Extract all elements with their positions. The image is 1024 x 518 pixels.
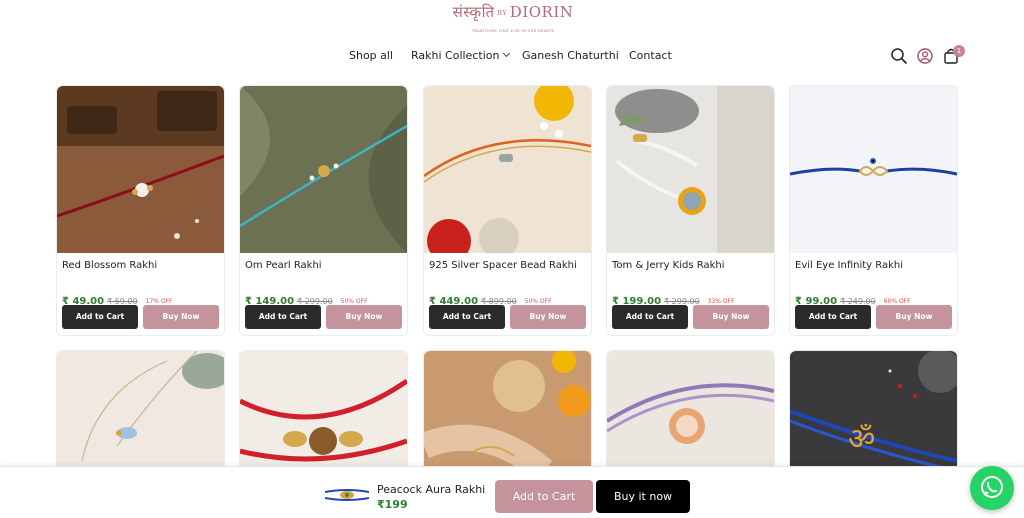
whatsapp-chat-button[interactable] xyxy=(970,466,1014,510)
buy-now-button[interactable]: Buy Now xyxy=(143,305,219,329)
discount-badge: 60% OFF xyxy=(883,298,911,305)
product-image[interactable] xyxy=(424,86,591,253)
sticky-buy-it-now-button[interactable]: Buy it now xyxy=(596,480,690,513)
nav-rakhi-collection[interactable]: Rakhi Collection xyxy=(411,49,511,62)
brand-logo[interactable]: संस्कृति BY DIORIN TRADITIONS THAT LIVE IN… xyxy=(440,2,586,38)
whatsapp-icon xyxy=(981,476,1003,498)
add-to-cart-button[interactable]: Add to Cart xyxy=(429,305,505,329)
logo-by: BY xyxy=(497,9,507,17)
product-card[interactable]: Red Blossom Rakhi ₹ 49.00 ₹ 59.00 17% OFF … xyxy=(56,85,225,336)
chevron-down-icon xyxy=(503,49,511,58)
product-title[interactable]: Evil Eye Infinity Rakhi xyxy=(795,260,903,271)
product-card[interactable]: Tom & Jerry Kids Rakhi ₹ 199.00 ₹ 299.00 3… xyxy=(606,85,775,336)
sticky-product-price: ₹199 xyxy=(377,498,408,511)
sticky-add-to-cart-button[interactable]: Add to Cart xyxy=(495,480,593,513)
add-to-cart-button[interactable]: Add to Cart xyxy=(612,305,688,329)
product-title[interactable]: Om Pearl Rakhi xyxy=(245,260,322,271)
cart-count-badge: 1 xyxy=(953,45,965,57)
add-to-cart-button[interactable]: Add to Cart xyxy=(795,305,871,329)
discount-badge: 50% OFF xyxy=(340,298,368,305)
add-to-cart-button[interactable]: Add to Cart xyxy=(62,305,138,329)
sticky-product-title: Peacock Aura Rakhi xyxy=(377,483,486,496)
nav-contact[interactable]: Contact xyxy=(629,49,672,62)
logo-hindi: संस्कृति xyxy=(452,3,495,21)
site-header: संस्कृति BY DIORIN TRADITIONS THAT LIVE IN… xyxy=(0,0,1024,78)
discount-badge: 33% OFF xyxy=(707,298,735,305)
nav-shop-all[interactable]: Shop all xyxy=(349,49,393,62)
sticky-add-to-cart-bar: Peacock Aura Rakhi ₹199 Add to Cart Buy … xyxy=(0,466,1024,518)
product-card[interactable]: Om Pearl Rakhi ₹ 149.00 ₹ 299.00 50% OFF A… xyxy=(239,85,408,336)
buy-now-button[interactable]: Buy Now xyxy=(693,305,769,329)
product-image[interactable] xyxy=(240,86,407,253)
buy-now-button[interactable]: Buy Now xyxy=(326,305,402,329)
product-title[interactable]: 925 Silver Spacer Bead Rakhi xyxy=(429,260,577,271)
search-icon[interactable] xyxy=(890,47,908,65)
svg-text:ॐ: ॐ xyxy=(848,422,875,457)
add-to-cart-button[interactable]: Add to Cart xyxy=(245,305,321,329)
product-image[interactable] xyxy=(790,86,957,253)
discount-badge: 50% OFF xyxy=(524,298,552,305)
logo-tagline: TRADITIONS THAT LIVE IN OUR HEARTS xyxy=(471,29,555,33)
user-icon[interactable] xyxy=(916,47,934,65)
product-card[interactable]: Evil Eye Infinity Rakhi ₹ 99.00 ₹ 249.00 6… xyxy=(789,85,958,336)
logo-name: DIORIN xyxy=(509,3,574,21)
nav-rakhi-collection-label: Rakhi Collection xyxy=(411,49,500,62)
product-image[interactable] xyxy=(57,86,224,253)
product-title[interactable]: Red Blossom Rakhi xyxy=(62,260,157,271)
product-title[interactable]: Tom & Jerry Kids Rakhi xyxy=(612,260,725,271)
sticky-product-thumbnail xyxy=(324,482,370,508)
logo-wordmark: संस्कृति BY DIORIN xyxy=(440,2,586,22)
nav-ganesh-chaturthi[interactable]: Ganesh Chaturthi xyxy=(522,49,619,62)
buy-now-button[interactable]: Buy Now xyxy=(876,305,952,329)
product-card[interactable]: 925 Silver Spacer Bead Rakhi ₹ 449.00 ₹ 8… xyxy=(423,85,592,336)
discount-badge: 17% OFF xyxy=(145,298,173,305)
main-nav: Shop all Rakhi Collection Ganesh Chaturt… xyxy=(0,49,1024,65)
buy-now-button[interactable]: Buy Now xyxy=(510,305,586,329)
product-image[interactable] xyxy=(607,86,774,253)
